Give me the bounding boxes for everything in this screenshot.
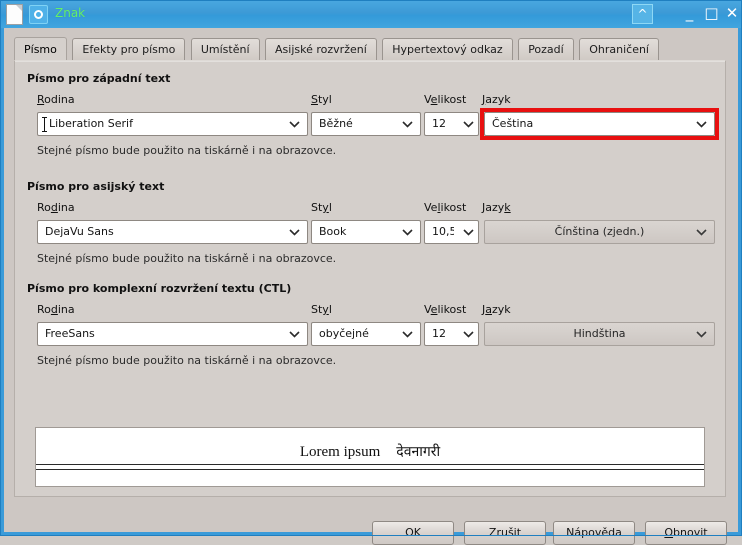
tab-efekty-pro-pismo[interactable]: Efekty pro písmo [72, 38, 186, 61]
asian-size-combo[interactable]: 10,5 [424, 220, 479, 244]
asian-family-combo[interactable]: DejaVu Sans [37, 220, 308, 244]
ctl-language-value: Hindština [573, 327, 626, 340]
reset-button[interactable]: Obnovit [645, 521, 727, 545]
dialog-window: Znak ^ _ □ ✕ Písmo Efekty pro písmo Umís… [0, 0, 742, 545]
label-asian-language: Jazyk [482, 201, 511, 214]
tab-pozadi[interactable]: Pozadí [518, 38, 574, 61]
western-language-value: Čeština [492, 117, 534, 130]
label-ctl-language: Jazyk [482, 303, 511, 316]
help-button[interactable]: Nápověda [553, 521, 635, 545]
label-asian-family: Rodina [37, 201, 75, 214]
document-icon [6, 4, 23, 25]
ctl-family-combo[interactable]: FreeSans [37, 322, 308, 346]
label-ctl-size: Velikost [424, 303, 467, 316]
rollup-button[interactable]: ^ [632, 4, 653, 24]
ctl-size-value: 12 [432, 327, 446, 340]
preview-complex-sample: देवनागरी [396, 444, 441, 460]
ctl-language-combo[interactable]: Hindština [484, 322, 715, 346]
chevron-down-icon[interactable] [287, 113, 301, 135]
app-icon-ring [34, 10, 43, 19]
group-title-ctl: Písmo pro komplexní rozvržení textu (CTL… [27, 282, 292, 295]
group-title-asian: Písmo pro asijský text [27, 180, 165, 193]
tab-ohraniceni[interactable]: Ohraničení [579, 38, 659, 61]
western-size-value: 12 [432, 117, 446, 130]
hint-asian: Stejné písmo bude použito na tiskárně i … [37, 252, 337, 265]
chevron-down-icon[interactable] [400, 113, 414, 135]
asian-language-combo[interactable]: Čínština (zjedn.) [484, 220, 715, 244]
western-family-combo[interactable]: Liberation Serif [37, 112, 308, 136]
western-language-combo[interactable]: Čeština [484, 112, 715, 136]
chevron-down-icon[interactable] [694, 113, 708, 135]
label-western-style: Styl [311, 93, 332, 106]
chevron-down-icon[interactable] [287, 221, 301, 243]
chevron-down-icon[interactable] [461, 221, 475, 243]
hint-western: Stejné písmo bude použito na tiskárně i … [37, 144, 337, 157]
label-asian-style: Styl [311, 201, 332, 214]
chevron-down-icon[interactable] [694, 221, 708, 243]
ok-button[interactable]: OK [372, 521, 454, 545]
label-western-language: Jazyk [482, 93, 511, 106]
label-asian-size: Velikost [424, 201, 467, 214]
group-title-western: Písmo pro západní text [27, 72, 171, 85]
asian-family-value: DejaVu Sans [45, 225, 114, 238]
label-western-family: Rodina [37, 93, 75, 106]
chevron-down-icon[interactable] [287, 323, 301, 345]
app-icon [29, 5, 48, 24]
preview-sample-text: Lorem ipsum देवनागरी [36, 442, 704, 461]
tab-hypertextovy-odkaz[interactable]: Hypertextový odkaz [382, 38, 513, 61]
asian-style-combo[interactable]: Book [311, 220, 421, 244]
text-caret [42, 117, 47, 132]
window-title: Znak [55, 6, 86, 20]
title-bar[interactable]: Znak ^ _ □ ✕ [0, 0, 742, 28]
tab-page-pismo: Písmo pro západní text Rodina Styl Velik… [14, 60, 726, 497]
cancel-button[interactable]: Zrušit [464, 521, 546, 545]
western-size-combo[interactable]: 12 [424, 112, 479, 136]
asian-size-value: 10,5 [432, 225, 454, 238]
ctl-family-value: FreeSans [45, 327, 95, 340]
tab-pismo[interactable]: Písmo [14, 37, 67, 61]
tab-umisteni[interactable]: Umístění [190, 38, 260, 61]
ctl-size-combo[interactable]: 12 [424, 322, 479, 346]
preview-latin-sample: Lorem ipsum [299, 444, 381, 460]
tab-strip: Písmo Efekty pro písmo Umístění Asijské … [14, 37, 661, 61]
hint-ctl: Stejné písmo bude použito na tiskárně i … [37, 354, 337, 367]
asian-language-value: Čínština (zjedn.) [554, 225, 645, 238]
label-western-size: Velikost [424, 93, 467, 106]
close-button[interactable]: ✕ [723, 4, 741, 24]
asian-style-value: Book [319, 225, 347, 238]
maximize-button[interactable]: □ [701, 4, 722, 24]
label-ctl-family: Rodina [37, 303, 75, 316]
preview-baseline-top [36, 464, 704, 465]
font-preview-box: Lorem ipsum देवनागरी [35, 427, 705, 487]
western-style-value: Běžné [319, 117, 353, 130]
western-style-combo[interactable]: Běžné [311, 112, 421, 136]
preview-baseline-bottom [36, 469, 704, 470]
chevron-down-icon[interactable] [461, 323, 475, 345]
chevron-down-icon[interactable] [461, 113, 475, 135]
chevron-down-icon[interactable] [694, 323, 708, 345]
tab-asijske-rozvrzeni[interactable]: Asijské rozvržení [265, 38, 377, 61]
dialog-body: Písmo Efekty pro písmo Umístění Asijské … [4, 28, 738, 545]
ctl-style-value: obyčejné [319, 327, 369, 340]
label-ctl-style: Styl [311, 303, 332, 316]
chevron-down-icon[interactable] [400, 323, 414, 345]
chevron-down-icon[interactable] [400, 221, 414, 243]
minimize-button[interactable]: _ [679, 4, 700, 24]
ctl-style-combo[interactable]: obyčejné [311, 322, 421, 346]
western-family-value: Liberation Serif [49, 117, 133, 130]
